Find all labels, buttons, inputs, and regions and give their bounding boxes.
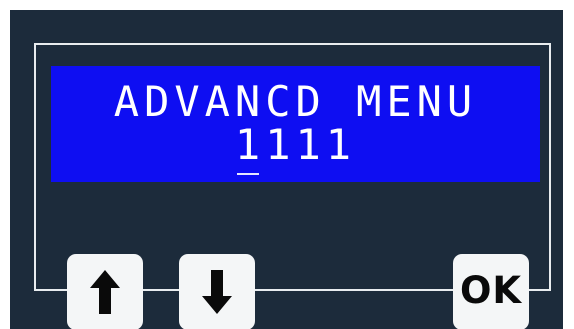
lcd-pin-code: 1111 <box>51 120 540 175</box>
lcd-display: ADVANCD MENU 1111 <box>51 66 540 182</box>
up-button[interactable] <box>67 254 143 329</box>
arrow-down-icon <box>202 270 232 314</box>
pin-digit-2: 1 <box>265 120 296 169</box>
ok-button[interactable]: OK <box>453 254 529 329</box>
control-panel: ADVANCD MENU 1111 OK <box>10 10 563 329</box>
pin-digit-4: 1 <box>325 120 357 169</box>
down-button[interactable] <box>179 254 255 329</box>
lcd-menu-title: ADVANCD MENU <box>113 77 478 126</box>
pin-digit-3: 1 <box>295 120 326 169</box>
arrow-up-icon <box>90 270 120 314</box>
ok-button-label: OK <box>459 268 523 312</box>
pin-digit-1: 1 <box>234 120 266 175</box>
